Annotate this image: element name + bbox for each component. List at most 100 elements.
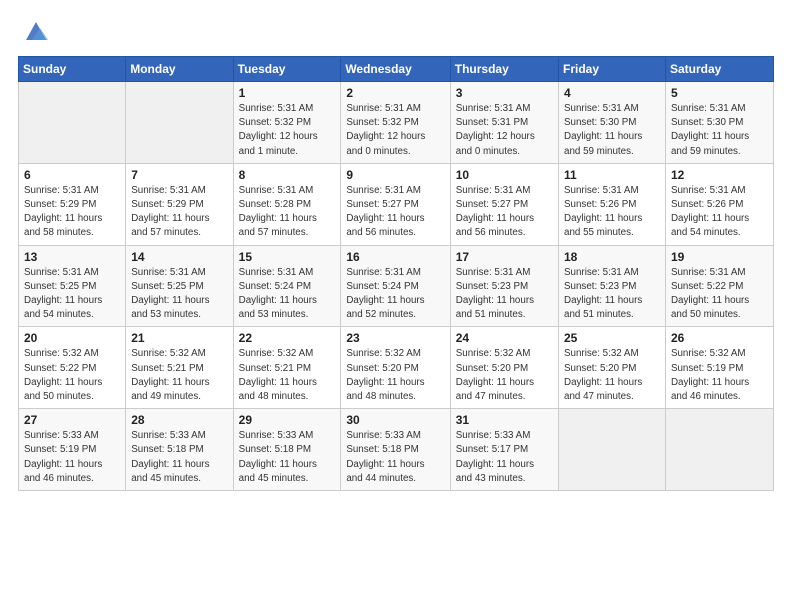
calendar-cell: 15 Sunrise: 5:31 AM Sunset: 5:24 PM Dayli…: [233, 245, 341, 327]
day-info: Sunrise: 5:33 AM Sunset: 5:19 PM Dayligh…: [24, 429, 120, 486]
day-info: Sunrise: 5:33 AM Sunset: 5:18 PM Dayligh…: [239, 429, 336, 486]
calendar-cell: 31Sunrise: 5:33 AM Sunset: 5:17 PM Dayli…: [450, 409, 558, 491]
weekday-header: Thursday: [450, 57, 558, 82]
day-number: 24: [456, 331, 553, 345]
day-info: Sunrise: 5:32 AM Sunset: 5:19 PM Dayligh…: [671, 347, 768, 404]
day-info: Sunrise: 5:33 AM Sunset: 5:18 PM Dayligh…: [131, 429, 227, 486]
calendar-cell: 13 Sunrise: 5:31 AM Sunset: 5:25 PM Dayli…: [19, 245, 126, 327]
day-number: 2: [346, 86, 444, 100]
calendar-cell: 4 Sunrise: 5:31 AM Sunset: 5:30 PM Daylig…: [559, 82, 666, 164]
day-info: Sunrise: 5:31 AM Sunset: 5:31 PM Dayligh…: [456, 102, 553, 159]
day-info: Sunrise: 5:31 AM Sunset: 5:24 PM Dayligh…: [346, 266, 444, 323]
calendar-cell: 22 Sunrise: 5:32 AM Sunset: 5:21 PM Dayli…: [233, 327, 341, 409]
day-info: Sunrise: 5:31 AM Sunset: 5:25 PM Dayligh…: [24, 266, 120, 323]
header: [18, 18, 774, 46]
logo-icon: [22, 18, 50, 46]
calendar-cell: 17Sunrise: 5:31 AM Sunset: 5:23 PM Dayli…: [450, 245, 558, 327]
day-number: 28: [131, 413, 227, 427]
day-info: Sunrise: 5:32 AM Sunset: 5:21 PM Dayligh…: [131, 347, 227, 404]
day-number: 16: [346, 250, 444, 264]
day-info: Sunrise: 5:33 AM Sunset: 5:17 PM Dayligh…: [456, 429, 553, 486]
weekday-header: Friday: [559, 57, 666, 82]
calendar-cell: 5 Sunrise: 5:31 AM Sunset: 5:30 PM Daylig…: [665, 82, 773, 164]
day-number: 7: [131, 168, 227, 182]
page: SundayMondayTuesdayWednesdayThursdayFrid…: [0, 0, 792, 612]
day-number: 14: [131, 250, 227, 264]
day-number: 11: [564, 168, 660, 182]
calendar-week-row: 1Sunrise: 5:31 AM Sunset: 5:32 PM Daylig…: [19, 82, 774, 164]
calendar-cell: 1Sunrise: 5:31 AM Sunset: 5:32 PM Daylig…: [233, 82, 341, 164]
day-info: Sunrise: 5:31 AM Sunset: 5:23 PM Dayligh…: [456, 266, 553, 323]
day-info: Sunrise: 5:32 AM Sunset: 5:20 PM Dayligh…: [456, 347, 553, 404]
calendar-cell: 8 Sunrise: 5:31 AM Sunset: 5:28 PM Daylig…: [233, 163, 341, 245]
weekday-header: Tuesday: [233, 57, 341, 82]
calendar-cell: [559, 409, 666, 491]
calendar-cell: 23 Sunrise: 5:32 AM Sunset: 5:20 PM Dayli…: [341, 327, 450, 409]
day-info: Sunrise: 5:31 AM Sunset: 5:29 PM Dayligh…: [24, 184, 120, 241]
calendar-cell: 3Sunrise: 5:31 AM Sunset: 5:31 PM Daylig…: [450, 82, 558, 164]
day-info: Sunrise: 5:31 AM Sunset: 5:30 PM Dayligh…: [671, 102, 768, 159]
calendar-cell: 20 Sunrise: 5:32 AM Sunset: 5:22 PM Dayli…: [19, 327, 126, 409]
day-number: 5: [671, 86, 768, 100]
day-number: 18: [564, 250, 660, 264]
calendar-cell: 7 Sunrise: 5:31 AM Sunset: 5:29 PM Daylig…: [126, 163, 233, 245]
day-number: 13: [24, 250, 120, 264]
calendar-cell: 18 Sunrise: 5:31 AM Sunset: 5:23 PM Dayli…: [559, 245, 666, 327]
calendar-cell: 6 Sunrise: 5:31 AM Sunset: 5:29 PM Daylig…: [19, 163, 126, 245]
day-info: Sunrise: 5:33 AM Sunset: 5:18 PM Dayligh…: [346, 429, 444, 486]
calendar-cell: 11Sunrise: 5:31 AM Sunset: 5:26 PM Dayli…: [559, 163, 666, 245]
calendar-cell: 9 Sunrise: 5:31 AM Sunset: 5:27 PM Daylig…: [341, 163, 450, 245]
calendar-cell: 30 Sunrise: 5:33 AM Sunset: 5:18 PM Dayli…: [341, 409, 450, 491]
calendar-cell: 26Sunrise: 5:32 AM Sunset: 5:19 PM Dayli…: [665, 327, 773, 409]
day-info: Sunrise: 5:32 AM Sunset: 5:20 PM Dayligh…: [346, 347, 444, 404]
day-info: Sunrise: 5:31 AM Sunset: 5:32 PM Dayligh…: [239, 102, 336, 159]
calendar-cell: [19, 82, 126, 164]
day-number: 21: [131, 331, 227, 345]
calendar-week-row: 27 Sunrise: 5:33 AM Sunset: 5:19 PM Dayli…: [19, 409, 774, 491]
calendar-cell: 29 Sunrise: 5:33 AM Sunset: 5:18 PM Dayli…: [233, 409, 341, 491]
day-number: 22: [239, 331, 336, 345]
day-number: 15: [239, 250, 336, 264]
day-number: 23: [346, 331, 444, 345]
calendar-week-row: 13 Sunrise: 5:31 AM Sunset: 5:25 PM Dayli…: [19, 245, 774, 327]
day-number: 8: [239, 168, 336, 182]
calendar-cell: 25Sunrise: 5:32 AM Sunset: 5:20 PM Dayli…: [559, 327, 666, 409]
day-number: 9: [346, 168, 444, 182]
calendar-cell: 12 Sunrise: 5:31 AM Sunset: 5:26 PM Dayli…: [665, 163, 773, 245]
calendar-cell: 19 Sunrise: 5:31 AM Sunset: 5:22 PM Dayli…: [665, 245, 773, 327]
calendar-week-row: 6 Sunrise: 5:31 AM Sunset: 5:29 PM Daylig…: [19, 163, 774, 245]
day-number: 19: [671, 250, 768, 264]
day-info: Sunrise: 5:31 AM Sunset: 5:30 PM Dayligh…: [564, 102, 660, 159]
calendar-cell: 16 Sunrise: 5:31 AM Sunset: 5:24 PM Dayli…: [341, 245, 450, 327]
day-number: 27: [24, 413, 120, 427]
day-number: 4: [564, 86, 660, 100]
day-info: Sunrise: 5:32 AM Sunset: 5:21 PM Dayligh…: [239, 347, 336, 404]
day-number: 6: [24, 168, 120, 182]
day-info: Sunrise: 5:31 AM Sunset: 5:22 PM Dayligh…: [671, 266, 768, 323]
day-info: Sunrise: 5:31 AM Sunset: 5:29 PM Dayligh…: [131, 184, 227, 241]
day-number: 25: [564, 331, 660, 345]
logo: [18, 18, 50, 46]
day-info: Sunrise: 5:31 AM Sunset: 5:26 PM Dayligh…: [671, 184, 768, 241]
weekday-header: Sunday: [19, 57, 126, 82]
day-number: 20: [24, 331, 120, 345]
calendar-cell: [126, 82, 233, 164]
day-info: Sunrise: 5:31 AM Sunset: 5:28 PM Dayligh…: [239, 184, 336, 241]
calendar-cell: 10Sunrise: 5:31 AM Sunset: 5:27 PM Dayli…: [450, 163, 558, 245]
calendar-week-row: 20 Sunrise: 5:32 AM Sunset: 5:22 PM Dayli…: [19, 327, 774, 409]
weekday-header: Monday: [126, 57, 233, 82]
calendar-header-row: SundayMondayTuesdayWednesdayThursdayFrid…: [19, 57, 774, 82]
day-info: Sunrise: 5:31 AM Sunset: 5:24 PM Dayligh…: [239, 266, 336, 323]
calendar-cell: 27 Sunrise: 5:33 AM Sunset: 5:19 PM Dayli…: [19, 409, 126, 491]
day-number: 30: [346, 413, 444, 427]
day-info: Sunrise: 5:31 AM Sunset: 5:27 PM Dayligh…: [346, 184, 444, 241]
day-number: 29: [239, 413, 336, 427]
calendar-cell: 21 Sunrise: 5:32 AM Sunset: 5:21 PM Dayli…: [126, 327, 233, 409]
day-number: 12: [671, 168, 768, 182]
day-info: Sunrise: 5:31 AM Sunset: 5:23 PM Dayligh…: [564, 266, 660, 323]
calendar-table: SundayMondayTuesdayWednesdayThursdayFrid…: [18, 56, 774, 491]
calendar-cell: [665, 409, 773, 491]
weekday-header: Saturday: [665, 57, 773, 82]
day-info: Sunrise: 5:31 AM Sunset: 5:27 PM Dayligh…: [456, 184, 553, 241]
day-info: Sunrise: 5:32 AM Sunset: 5:22 PM Dayligh…: [24, 347, 120, 404]
